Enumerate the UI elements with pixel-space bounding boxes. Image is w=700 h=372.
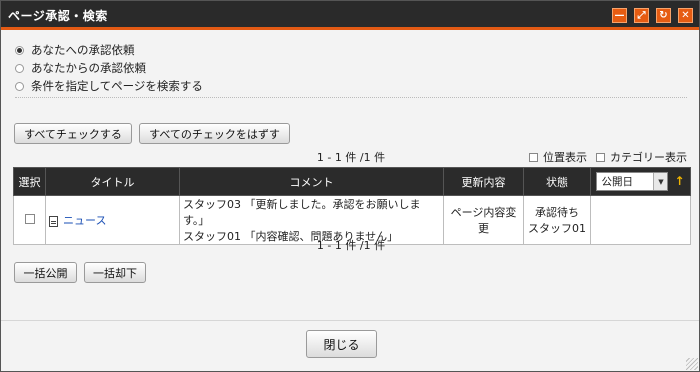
table-header-row: 選択 タイトル コメント 更新内容 状態 公開日 ▼ ↑ [13,167,691,196]
column-header-title: タイトル [45,167,180,196]
filter-option-label: あなたへの承認依頼 [31,43,135,57]
title-bar[interactable]: ページ承認・検索 — ⤢ ↻ ✕ [1,1,699,30]
page-approval-dialog: ページ承認・検索 — ⤢ ↻ ✕ あなたへの承認依頼 あなたからの承認依頼 条件… [0,0,700,372]
filter-option-search[interactable]: 条件を指定してページを検索する [15,77,203,95]
pager-count-bottom: 1 - 1 件 /1 件 [316,239,386,252]
divider [15,97,687,98]
refresh-icon[interactable]: ↻ [656,8,671,23]
radio-button[interactable] [15,81,24,91]
filter-option-label: あなたからの承認依頼 [31,61,146,75]
status-user: スタッフ01 [528,222,586,235]
row-checkbox[interactable] [24,213,35,224]
filter-option-from-you[interactable]: あなたからの承認依頼 [15,59,203,77]
minimize-icon[interactable]: — [612,8,627,23]
uncheck-all-button[interactable]: すべてのチェックをはずす [139,123,290,144]
radio-button[interactable] [15,45,24,55]
show-position-label: 位置表示 [543,151,587,164]
bulk-publish-button[interactable]: 一括公開 [14,262,77,283]
sort-select[interactable]: 公開日 ▼ [596,172,669,191]
bulk-reject-button[interactable]: 一括却下 [84,262,146,283]
radio-button[interactable] [15,63,24,73]
show-position-option[interactable]: 位置表示 [529,149,587,165]
sort-ascending-icon[interactable]: ↑ [674,174,684,188]
check-all-button[interactable]: すべてチェックする [14,123,132,144]
column-header-select: 選択 [13,167,46,196]
filter-option-to-you[interactable]: あなたへの承認依頼 [15,41,203,59]
column-header-status: 状態 [523,167,591,196]
approval-table: 選択 タイトル コメント 更新内容 状態 公開日 ▼ ↑ ニュース スタッフ03… [13,167,691,245]
column-header-update: 更新内容 [443,167,524,196]
comment-line: スタッフ03 「更新しました。承認をお願いします。」 [183,198,421,227]
status-text: 承認待ち [535,206,579,219]
dialog-title: ページ承認・検索 [8,9,108,23]
column-header-sort: 公開日 ▼ ↑ [590,167,691,196]
sort-select-value: 公開日 [601,176,633,188]
close-button[interactable]: 閉じる [306,330,377,358]
maximize-icon[interactable]: ⤢ [634,8,649,23]
show-category-option[interactable]: カテゴリー表示 [596,149,687,165]
show-position-checkbox[interactable] [529,152,538,162]
page-icon [49,215,58,227]
filter-options: あなたへの承認依頼 あなたからの承認依頼 条件を指定してページを検索する [15,41,203,95]
close-icon[interactable]: ✕ [678,8,693,23]
resize-grip-icon[interactable] [686,358,698,370]
page-title-link[interactable]: ニュース [63,214,106,227]
show-category-checkbox[interactable] [596,152,605,162]
column-header-comment: コメント [179,167,444,196]
filter-option-label: 条件を指定してページを検索する [31,79,203,93]
footer-divider [1,320,699,321]
show-category-label: カテゴリー表示 [610,151,687,164]
chevron-down-icon: ▼ [653,173,668,190]
